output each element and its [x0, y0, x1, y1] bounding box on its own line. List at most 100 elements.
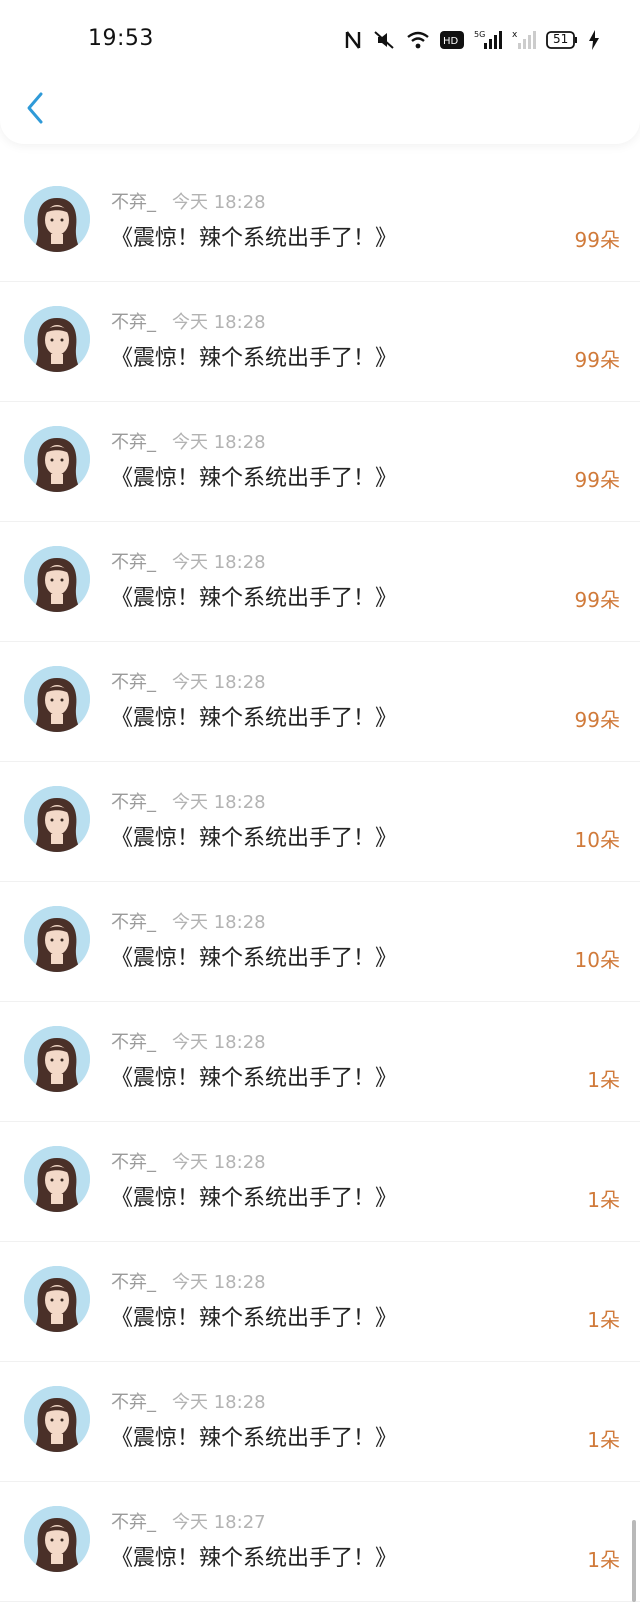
meta: 不弃_ 今天 18:28	[111, 548, 266, 574]
meta: 不弃_ 今天 18:27	[111, 1508, 266, 1534]
gift-count: 10朵	[574, 828, 620, 852]
timestamp: 今天 18:28	[172, 312, 266, 333]
gift-count: 1朵	[587, 1548, 620, 1572]
status-time: 19:53	[88, 26, 154, 51]
timestamp: 今天 18:28	[172, 1152, 266, 1173]
timestamp: 今天 18:27	[172, 1512, 266, 1533]
battery-icon: 51	[546, 31, 578, 49]
book-title[interactable]: 《震惊！辣个系统出手了！》	[111, 220, 397, 252]
meta: 不弃_ 今天 18:28	[111, 1388, 266, 1414]
back-button[interactable]	[20, 90, 50, 130]
meta: 不弃_ 今天 18:28	[111, 1268, 266, 1294]
username[interactable]: 不弃_	[111, 1508, 156, 1534]
timestamp: 今天 18:28	[172, 1272, 266, 1293]
username[interactable]: 不弃_	[111, 548, 156, 574]
avatar[interactable]	[24, 1146, 90, 1212]
book-title[interactable]: 《震惊！辣个系统出手了！》	[111, 1180, 397, 1212]
gift-count: 10朵	[574, 948, 620, 972]
list-item[interactable]: 不弃_ 今天 18:28 《震惊！辣个系统出手了！》 99朵	[0, 282, 640, 402]
list-item[interactable]: 不弃_ 今天 18:28 《震惊！辣个系统出手了！》 10朵	[0, 882, 640, 1002]
meta: 不弃_ 今天 18:28	[111, 788, 266, 814]
avatar[interactable]	[24, 306, 90, 372]
avatar[interactable]	[24, 1386, 90, 1452]
meta: 不弃_ 今天 18:28	[111, 1148, 266, 1174]
timestamp: 今天 18:28	[172, 912, 266, 933]
avatar[interactable]	[24, 186, 90, 252]
charging-icon	[588, 30, 600, 50]
gift-count: 99朵	[574, 348, 620, 372]
gift-count: 99朵	[574, 228, 620, 252]
meta: 不弃_ 今天 18:28	[111, 668, 266, 694]
book-title[interactable]: 《震惊！辣个系统出手了！》	[111, 940, 397, 972]
book-title[interactable]: 《震惊！辣个系统出手了！》	[111, 340, 397, 372]
timestamp: 今天 18:28	[172, 552, 266, 573]
list-item[interactable]: 不弃_ 今天 18:28 《震惊！辣个系统出手了！》 1朵	[0, 1122, 640, 1242]
battery-level: 51	[553, 32, 569, 46]
avatar[interactable]	[24, 1266, 90, 1332]
book-title[interactable]: 《震惊！辣个系统出手了！》	[111, 580, 397, 612]
meta: 不弃_ 今天 18:28	[111, 428, 266, 454]
timestamp: 今天 18:28	[172, 192, 266, 213]
username[interactable]: 不弃_	[111, 1148, 156, 1174]
avatar[interactable]	[24, 786, 90, 852]
list-item[interactable]: 不弃_ 今天 18:28 《震惊！辣个系统出手了！》 1朵	[0, 1242, 640, 1362]
avatar[interactable]	[24, 1026, 90, 1092]
username[interactable]: 不弃_	[111, 668, 156, 694]
timestamp: 今天 18:28	[172, 432, 266, 453]
hd-icon: HD	[440, 31, 464, 49]
book-title[interactable]: 《震惊！辣个系统出手了！》	[111, 700, 397, 732]
list-item[interactable]: 不弃_ 今天 18:27 《震惊！辣个系统出手了！》 1朵	[0, 1482, 640, 1602]
timestamp: 今天 18:28	[172, 1392, 266, 1413]
list-item[interactable]: 不弃_ 今天 18:28 《震惊！辣个系统出手了！》 99朵	[0, 642, 640, 762]
gift-count: 1朵	[587, 1188, 620, 1212]
book-title[interactable]: 《震惊！辣个系统出手了！》	[111, 1060, 397, 1092]
list-item[interactable]: 不弃_ 今天 18:28 《震惊！辣个系统出手了！》 99朵	[0, 162, 640, 282]
username[interactable]: 不弃_	[111, 1268, 156, 1294]
chevron-left-icon	[25, 91, 45, 129]
book-title[interactable]: 《震惊！辣个系统出手了！》	[111, 1420, 397, 1452]
status-bar: 19:53 HD 5G x 51	[0, 0, 640, 80]
avatar[interactable]	[24, 426, 90, 492]
avatar[interactable]	[24, 666, 90, 732]
username[interactable]: 不弃_	[111, 908, 156, 934]
book-title[interactable]: 《震惊！辣个系统出手了！》	[111, 1300, 397, 1332]
avatar[interactable]	[24, 546, 90, 612]
book-title[interactable]: 《震惊！辣个系统出手了！》	[111, 820, 397, 852]
gift-record-list: 不弃_ 今天 18:28 《震惊！辣个系统出手了！》 99朵 不弃_ 今天 18…	[0, 162, 640, 1602]
gift-count: 99朵	[574, 468, 620, 492]
book-title[interactable]: 《震惊！辣个系统出手了！》	[111, 1540, 397, 1572]
gift-count: 99朵	[574, 708, 620, 732]
list-item[interactable]: 不弃_ 今天 18:28 《震惊！辣个系统出手了！》 99朵	[0, 522, 640, 642]
gift-count: 1朵	[587, 1308, 620, 1332]
meta: 不弃_ 今天 18:28	[111, 1028, 266, 1054]
list-item[interactable]: 不弃_ 今天 18:28 《震惊！辣个系统出手了！》 1朵	[0, 1362, 640, 1482]
svg-text:x: x	[512, 30, 518, 40]
meta: 不弃_ 今天 18:28	[111, 308, 266, 334]
timestamp: 今天 18:28	[172, 1032, 266, 1053]
timestamp: 今天 18:28	[172, 672, 266, 693]
signal-icon: x	[512, 29, 536, 51]
scrollbar[interactable]	[632, 1520, 636, 1602]
status-icons: HD 5G x 51	[344, 28, 600, 52]
username[interactable]: 不弃_	[111, 188, 156, 214]
username[interactable]: 不弃_	[111, 428, 156, 454]
avatar[interactable]	[24, 1506, 90, 1572]
svg-text:HD: HD	[443, 36, 459, 47]
avatar[interactable]	[24, 906, 90, 972]
meta: 不弃_ 今天 18:28	[111, 188, 266, 214]
gift-count: 1朵	[587, 1428, 620, 1452]
top-header: 19:53 HD 5G x 51	[0, 0, 640, 144]
timestamp: 今天 18:28	[172, 792, 266, 813]
username[interactable]: 不弃_	[111, 1028, 156, 1054]
username[interactable]: 不弃_	[111, 308, 156, 334]
list-item[interactable]: 不弃_ 今天 18:28 《震惊！辣个系统出手了！》 10朵	[0, 762, 640, 882]
gift-count: 99朵	[574, 588, 620, 612]
wifi-icon	[406, 30, 430, 50]
book-title[interactable]: 《震惊！辣个系统出手了！》	[111, 460, 397, 492]
username[interactable]: 不弃_	[111, 1388, 156, 1414]
username[interactable]: 不弃_	[111, 788, 156, 814]
list-item[interactable]: 不弃_ 今天 18:28 《震惊！辣个系统出手了！》 99朵	[0, 402, 640, 522]
gift-count: 1朵	[587, 1068, 620, 1092]
list-item[interactable]: 不弃_ 今天 18:28 《震惊！辣个系统出手了！》 1朵	[0, 1002, 640, 1122]
5g-signal-icon: 5G	[474, 29, 502, 51]
